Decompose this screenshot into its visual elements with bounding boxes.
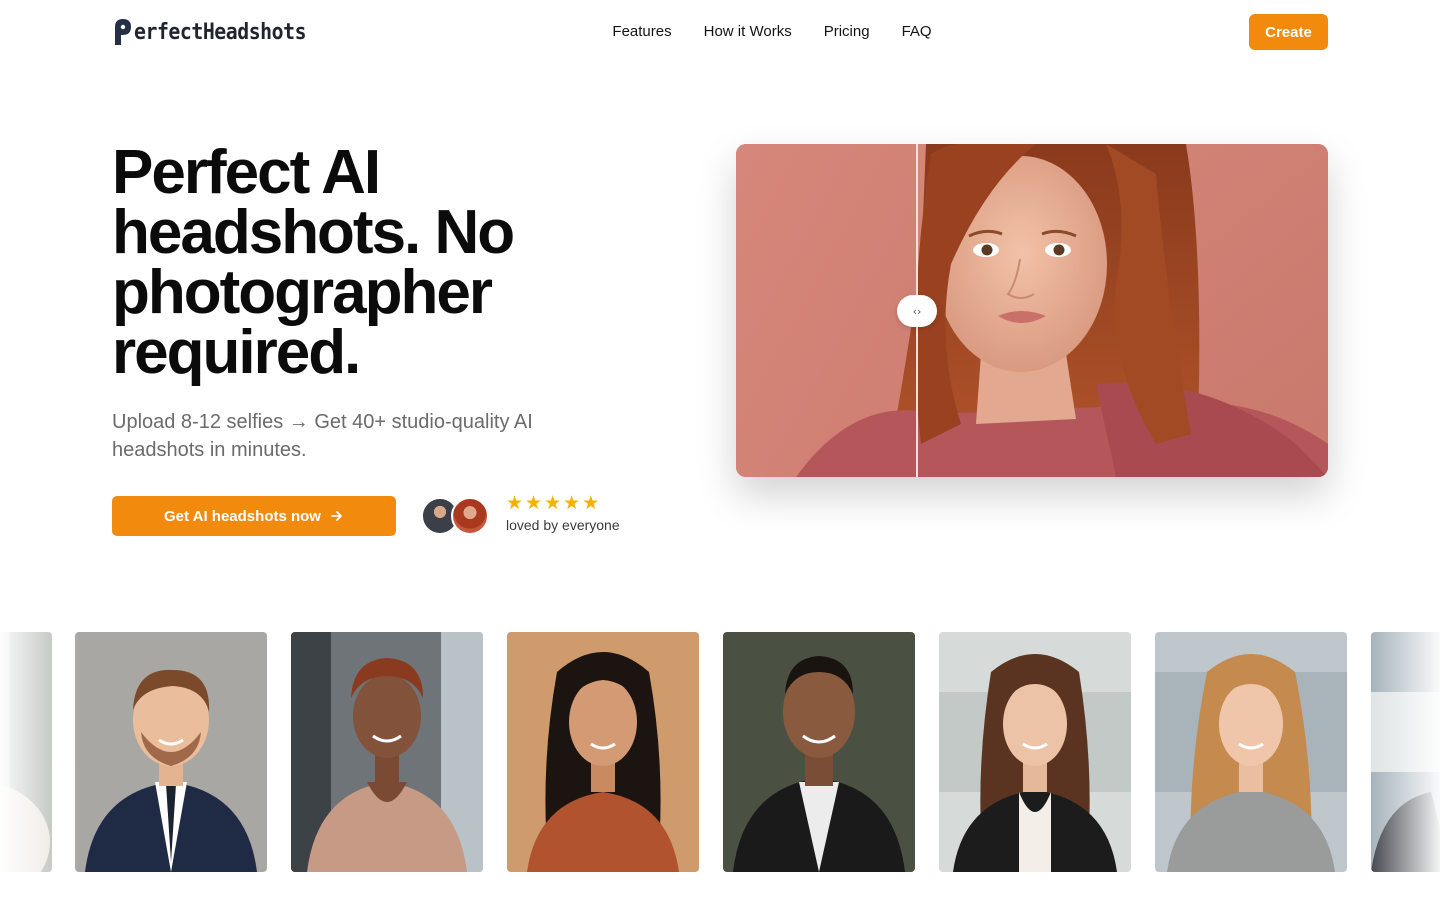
headshot-card <box>75 632 267 872</box>
create-button[interactable]: Create <box>1249 14 1328 50</box>
headshot-card <box>723 632 915 872</box>
cta-label: Get AI headshots now <box>164 507 321 525</box>
comparison-photo <box>736 144 1328 477</box>
star-icon: ★ <box>506 493 524 514</box>
get-headshots-button[interactable]: Get AI headshots now <box>112 496 396 536</box>
star-icon: ★ <box>563 493 581 514</box>
compare-slider-icon[interactable]: ‹› <box>897 295 937 327</box>
nav-how-it-works[interactable]: How it Works <box>704 22 792 42</box>
headshot-card <box>1155 632 1347 872</box>
brand-name: erfectHeadshots <box>134 19 307 45</box>
headshot-card <box>507 632 699 872</box>
arrow-right-icon <box>331 511 342 521</box>
before-after-comparison[interactable]: ‹› <box>736 144 1328 477</box>
nav-faq[interactable]: FAQ <box>902 22 932 42</box>
rating-stars: ★ ★ ★ ★ ★ <box>506 494 599 514</box>
site-header: erfectHeadshots Features How it Works Pr… <box>0 0 1440 64</box>
headshot-card <box>0 632 52 872</box>
hero-subtitle: Upload 8-12 selfies → Get 40+ studio-qua… <box>112 411 533 461</box>
social-proof-text: loved by everyone <box>506 517 620 533</box>
headshot-gallery <box>0 632 1440 872</box>
star-icon: ★ <box>582 493 600 514</box>
nav-features[interactable]: Features <box>612 22 671 42</box>
headshot-card <box>939 632 1131 872</box>
star-icon: ★ <box>544 493 562 514</box>
avatar <box>451 497 489 535</box>
nav-pricing[interactable]: Pricing <box>824 22 870 42</box>
headshot-card <box>1371 632 1440 872</box>
hero-title: Perfect AI headshots. No photographer re… <box>112 138 515 387</box>
headshot-card <box>291 632 483 872</box>
brand-logo[interactable]: erfectHeadshots <box>113 17 325 47</box>
p-head-logo-icon <box>115 19 131 45</box>
star-icon: ★ <box>525 493 543 514</box>
customer-avatars <box>421 496 491 536</box>
